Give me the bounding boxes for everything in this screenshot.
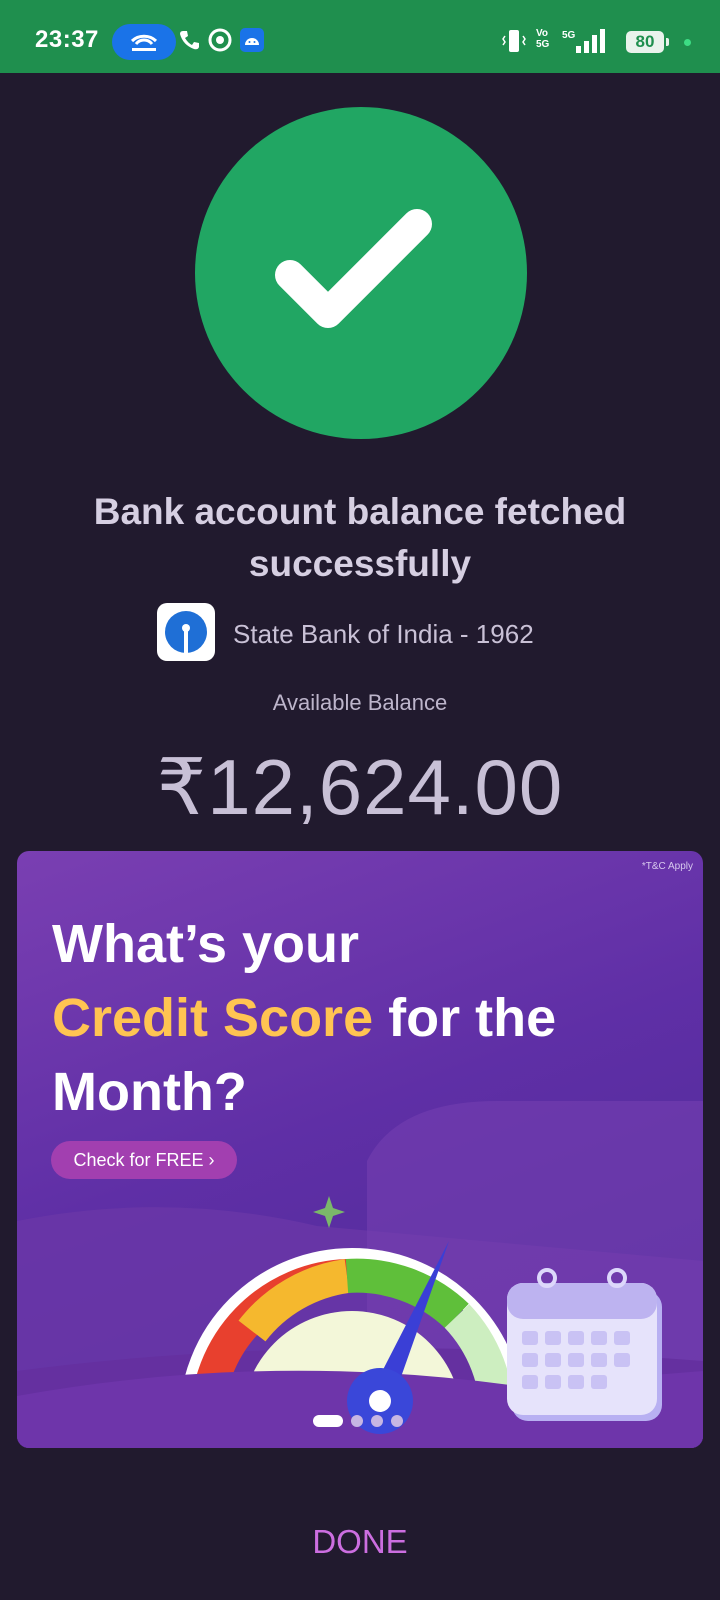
- banner-title-line2: Credit Score for the: [52, 981, 672, 1055]
- svg-text:5G: 5G: [562, 30, 576, 41]
- battery-icon: 80: [626, 31, 669, 53]
- whatsapp-icon: [208, 28, 232, 57]
- sbi-logo-icon: [157, 603, 215, 661]
- carousel-dot-active[interactable]: [313, 1415, 343, 1427]
- tnc-text: *T&C Apply: [641, 861, 693, 872]
- check-for-free-button[interactable]: Check for FREE ›: [51, 1141, 237, 1179]
- status-time: 23:37: [35, 26, 99, 53]
- carousel-indicator[interactable]: [313, 1413, 433, 1427]
- carousel-dot[interactable]: [371, 1415, 383, 1427]
- banner-title-rest: for the: [373, 988, 557, 1048]
- hotspot-icon: [112, 24, 176, 60]
- credit-score-banner[interactable]: *T&C Apply What’s your Credit Score for …: [17, 851, 703, 1448]
- success-headline: Bank account balance fetched successfull…: [93, 491, 627, 584]
- banner-title-highlight: Credit Score: [52, 988, 374, 1048]
- balance-amount: ₹12,624.00: [156, 743, 564, 831]
- privacy-dot: [684, 39, 691, 46]
- banner-title-line3: Month?: [52, 1062, 247, 1122]
- phone-icon: [178, 28, 200, 57]
- vibrate-icon: [501, 28, 527, 59]
- status-bar: 23:37 Vo 5G 5G 80: [0, 0, 720, 73]
- carousel-dot[interactable]: [351, 1415, 363, 1427]
- volte-icon: Vo 5G: [536, 28, 550, 50]
- android-icon: [240, 28, 264, 57]
- carousel-dot[interactable]: [391, 1415, 403, 1427]
- banner-title: What’s your Credit Score for the Month?: [52, 907, 672, 1129]
- bank-name: State Bank of India - 1962: [233, 619, 534, 649]
- banner-title-line1: What’s your: [52, 914, 360, 974]
- signal-5g-icon: 5G: [562, 28, 606, 59]
- success-check-icon: [195, 107, 527, 439]
- available-balance-label: Available Balance: [272, 690, 448, 715]
- done-button[interactable]: DONE: [0, 1522, 720, 1562]
